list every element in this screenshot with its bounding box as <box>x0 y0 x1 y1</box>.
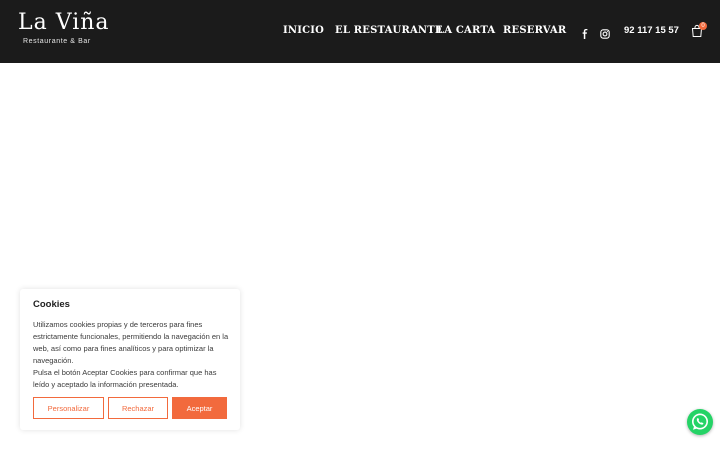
nav-item-reservar[interactable]: RESERVAR <box>503 25 566 36</box>
whatsapp-icon <box>687 413 713 439</box>
cookie-description: Utilizamos cookies propias y de terceros… <box>33 319 231 391</box>
nav-item-la-carta[interactable]: LA CARTA <box>437 25 495 36</box>
site-header: La Viña Restaurante & Bar INICIO EL REST… <box>0 0 720 63</box>
nav-item-inicio[interactable]: INICIO <box>283 25 324 36</box>
cookie-paragraph: Utilizamos cookies propias y de terceros… <box>33 320 229 365</box>
cookie-paragraph: Pulsa el botón Aceptar Cookies para conf… <box>33 368 217 389</box>
brand-name: La Viña <box>18 10 110 35</box>
cookie-title: Cookies <box>33 299 70 310</box>
nav-item-el-restaurante[interactable]: EL RESTAURANTE <box>335 25 443 36</box>
accept-cookies-button[interactable]: Aceptar <box>172 397 227 419</box>
phone-link[interactable]: 92 117 15 57 <box>624 25 679 36</box>
cart-count-badge: 0 <box>699 22 707 30</box>
brand-logo[interactable]: La Viña Restaurante & Bar <box>18 10 109 50</box>
instagram-icon[interactable] <box>600 26 610 39</box>
brand-tagline: Restaurante & Bar <box>23 38 91 45</box>
cookie-consent-banner: Cookies Utilizamos cookies propias y de … <box>20 289 240 430</box>
reject-cookies-button[interactable]: Rechazar <box>108 397 168 419</box>
whatsapp-chat-button[interactable] <box>687 409 713 435</box>
facebook-icon[interactable] <box>580 26 590 39</box>
customize-cookies-button[interactable]: Personalizar <box>33 397 104 419</box>
